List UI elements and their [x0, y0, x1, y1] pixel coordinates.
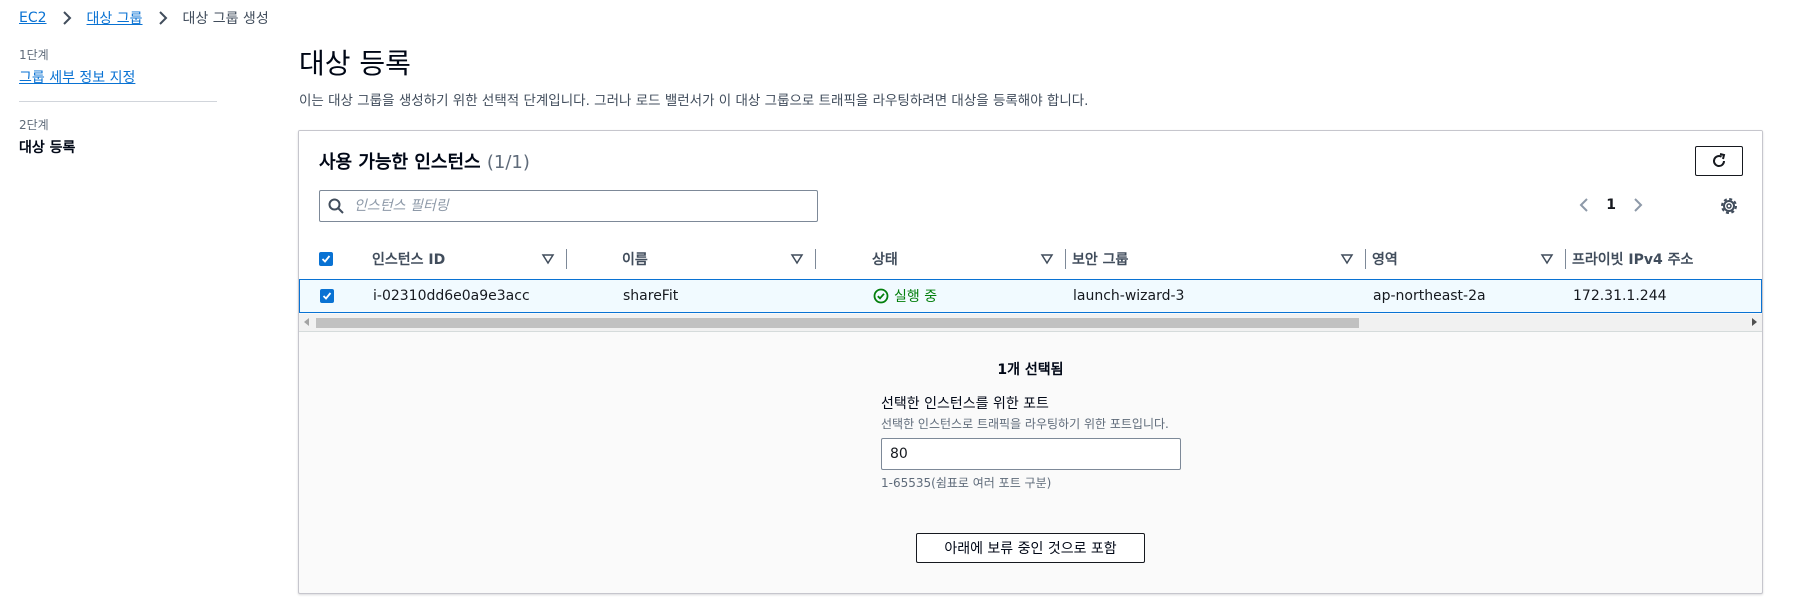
sort-caret-icon: [541, 254, 555, 265]
column-header-name[interactable]: 이름: [622, 239, 816, 279]
selected-count: 1개 선택됨: [997, 362, 1064, 378]
column-header-security-group[interactable]: 보안 그룹: [1072, 239, 1366, 279]
step-number: 1단계: [19, 48, 49, 62]
port-input[interactable]: [881, 438, 1181, 470]
row-checkbox[interactable]: [320, 289, 334, 303]
port-description: 선택한 인스턴스로 트래픽을 라우팅하기 위한 포트입니다.: [881, 417, 1169, 431]
available-instances-panel: 사용 가능한 인스턴스 (1/1) 1: [298, 130, 1763, 594]
column-header-status[interactable]: 상태: [872, 239, 1066, 279]
cell-name: shareFit: [623, 288, 679, 304]
search-icon: [328, 197, 346, 215]
breadcrumb: EC2 대상 그룹 대상 그룹 생성: [19, 8, 269, 28]
column-divider: [1565, 249, 1566, 269]
horizontal-scrollbar[interactable]: [299, 314, 1762, 332]
breadcrumb-link-target-groups[interactable]: 대상 그룹: [87, 8, 143, 28]
select-all-checkbox[interactable]: [319, 252, 333, 266]
column-divider: [1365, 249, 1366, 269]
step-divider: [19, 101, 217, 102]
row-select-cell: [320, 280, 334, 312]
table-row[interactable]: i-02310dd6e0a9e3acc shareFit 실행 중 launch…: [299, 279, 1762, 313]
pagination: 1: [1574, 195, 1648, 215]
column-divider: [566, 249, 567, 269]
chevron-right-icon: [158, 11, 167, 25]
column-header-zone[interactable]: 영역: [1372, 239, 1566, 279]
column-divider: [1065, 249, 1066, 269]
port-hint: 1-65535(쉼표로 여러 포트 구분): [881, 476, 1052, 490]
column-label: 이름: [622, 252, 648, 268]
panel-header: 사용 가능한 인스턴스 (1/1) 1: [299, 131, 1762, 280]
check-icon: [321, 255, 331, 263]
column-label: 인스턴스 ID: [372, 252, 446, 268]
sort-caret-icon: [790, 254, 804, 265]
next-page-icon[interactable]: [1628, 195, 1648, 215]
breadcrumb-current: 대상 그룹 생성: [182, 11, 269, 27]
column-label: 보안 그룹: [1072, 252, 1129, 268]
step-2-title: 대상 등록: [19, 140, 76, 156]
scrollbar-thumb[interactable]: [316, 318, 1359, 328]
step-number: 2단계: [19, 118, 49, 132]
select-all-cell: [319, 239, 347, 279]
port-label: 선택한 인스턴스를 위한 포트: [881, 396, 1049, 412]
check-icon: [322, 292, 332, 300]
breadcrumb-link-ec2[interactable]: EC2: [19, 10, 47, 26]
cell-status: 실행 중: [873, 280, 937, 312]
include-as-pending-button[interactable]: 아래에 보류 중인 것으로 포함: [916, 533, 1145, 563]
column-label: 상태: [872, 252, 898, 268]
refresh-icon: [1713, 153, 1726, 167]
sort-caret-icon: [1340, 254, 1354, 265]
step-2: 2단계 대상 등록: [19, 116, 219, 157]
page-title: 대상 등록: [299, 47, 411, 80]
refresh-button[interactable]: [1695, 146, 1743, 176]
scroll-left-arrow-icon[interactable]: [304, 318, 309, 326]
page-description: 이는 대상 그룹을 생성하기 위한 선택적 단계입니다. 그러나 로드 밸런서가…: [299, 93, 1089, 109]
column-header-instance-id[interactable]: 인스턴스 ID: [372, 239, 567, 279]
cell-private-ip: 172.31.1.244: [1573, 288, 1667, 304]
scroll-right-arrow-icon[interactable]: [1752, 318, 1757, 326]
cell-instance-id: i-02310dd6e0a9e3acc: [373, 288, 530, 304]
table-header: 인스턴스 ID 이름 상태 보안 그룹 영역 프라이빗 IPv4 주소: [299, 239, 1762, 280]
instance-filter[interactable]: [319, 190, 818, 222]
settings-gear-icon[interactable]: [1718, 195, 1740, 217]
success-check-circle-icon: [873, 288, 889, 304]
status-text: 실행 중: [894, 289, 938, 305]
chevron-right-icon: [62, 11, 71, 25]
instance-count: (1/1): [486, 152, 530, 173]
wizard-steps: 1단계 그룹 세부 정보 지정 2단계 대상 등록: [19, 46, 219, 157]
panel-title-text: 사용 가능한 인스턴스: [319, 152, 481, 173]
sort-caret-icon: [1040, 254, 1054, 265]
step-1: 1단계 그룹 세부 정보 지정: [19, 46, 219, 87]
cell-zone: ap-northeast-2a: [1373, 288, 1486, 304]
column-label: 프라이빗 IPv4 주소: [1572, 252, 1694, 268]
sort-caret-icon: [1540, 254, 1554, 265]
instance-filter-input[interactable]: [352, 197, 796, 215]
current-page[interactable]: 1: [1606, 197, 1616, 213]
port-form: 선택한 인스턴스를 위한 포트 선택한 인스턴스로 트래픽을 라우팅하기 위한 …: [881, 393, 1181, 491]
column-divider: [815, 249, 816, 269]
cell-security-group: launch-wizard-3: [1073, 288, 1185, 304]
step-1-link[interactable]: 그룹 세부 정보 지정: [19, 70, 135, 86]
column-label: 영역: [1372, 252, 1398, 268]
column-header-private-ipv4[interactable]: 프라이빗 IPv4 주소: [1572, 239, 1762, 279]
previous-page-icon[interactable]: [1574, 195, 1594, 215]
panel-title: 사용 가능한 인스턴스 (1/1): [319, 148, 530, 174]
